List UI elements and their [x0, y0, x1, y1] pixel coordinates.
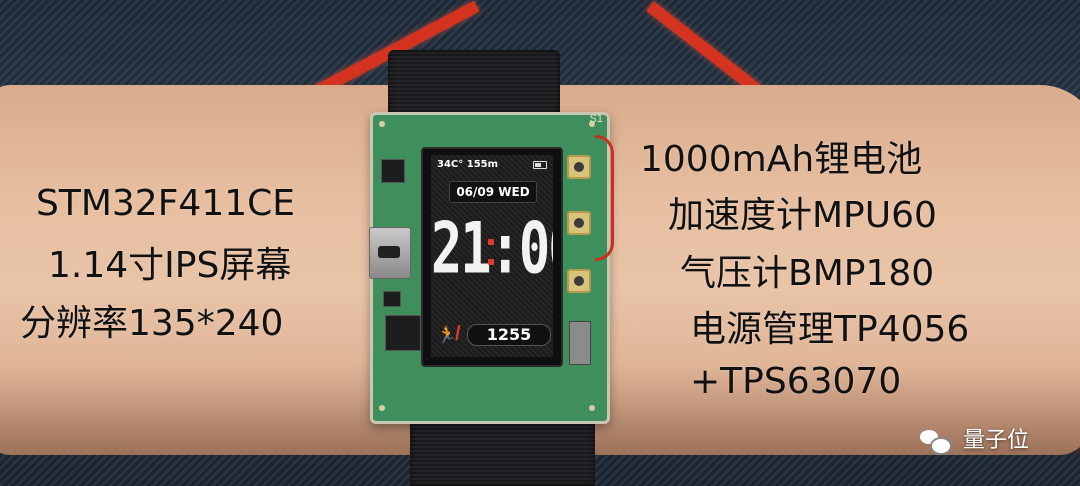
label-mcu: STM32F411CE	[36, 183, 296, 224]
side-button-2[interactable]	[567, 211, 591, 235]
desk-red-edge	[646, 1, 765, 97]
label-resolution: 分辨率135*240	[20, 303, 284, 344]
label-accelerometer: 加速度计MPU60	[668, 195, 937, 236]
wechat-icon	[920, 428, 952, 455]
label-power-management: 电源管理TP4056	[690, 309, 970, 350]
pcb-label: S1	[589, 113, 603, 125]
small-chip	[383, 291, 401, 307]
side-button-3[interactable]	[567, 269, 591, 293]
sensor-chip	[381, 159, 405, 183]
screen-frame: 34C° 155m 06/09 WED 21:00 🏃 / 1255	[421, 147, 563, 367]
label-screen: 1.14寸IPS屏幕	[48, 245, 292, 286]
power-switch[interactable]	[569, 321, 591, 365]
date-display: 06/09 WED	[449, 181, 537, 203]
label-barometer: 气压计BMP180	[680, 253, 935, 294]
watermark: 量子位	[920, 422, 1029, 456]
label-power-management-2: +TPS63070	[690, 361, 902, 402]
watch-screen: 34C° 155m 06/09 WED 21:00 🏃 / 1255	[431, 155, 553, 357]
altitude-text: 155m	[466, 159, 499, 170]
mcu-chip	[385, 315, 421, 351]
label-battery: 1000mAh锂电池	[640, 139, 923, 180]
usb-port	[369, 227, 411, 279]
steps-row: 🏃 / 1255	[435, 323, 551, 346]
battery-icon	[533, 161, 547, 169]
watch-pcb: S1 34C° 155m 06/09 WED 21:00 🏃 / 1255	[369, 112, 614, 424]
temperature-text: 34C°	[437, 159, 464, 170]
battery-wire	[595, 135, 614, 261]
slash-divider: /	[455, 323, 461, 345]
side-button-1[interactable]	[567, 155, 591, 179]
runner-icon: 🏃	[437, 327, 457, 344]
watermark-text: 量子位	[963, 428, 1030, 453]
status-row: 34C° 155m	[437, 159, 498, 170]
step-count: 1255	[467, 324, 551, 346]
colon-dots-icon	[488, 233, 494, 273]
